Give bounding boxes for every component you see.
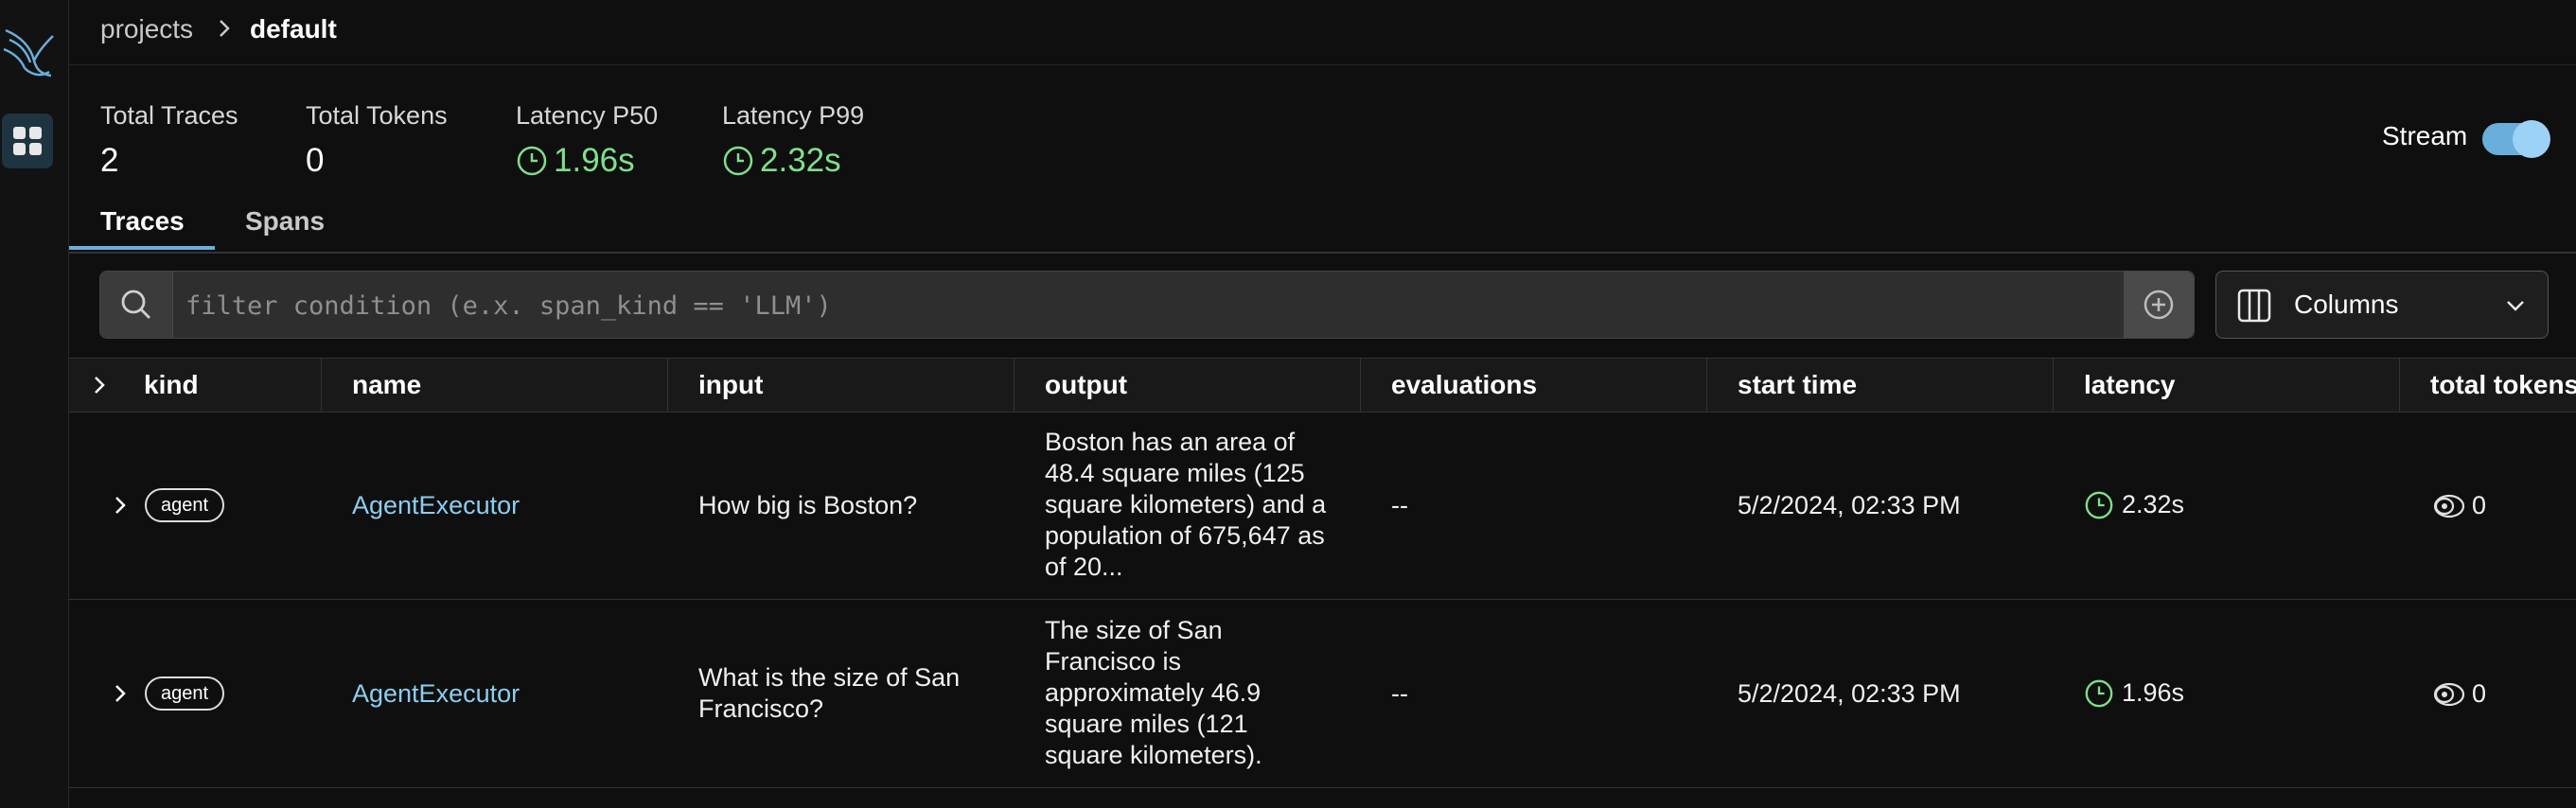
tokens-value: 0: [2472, 491, 2487, 519]
breadcrumb-projects-link[interactable]: projects: [100, 13, 193, 45]
columns-icon: [2237, 289, 2271, 323]
column-header-total-tokens[interactable]: total tokens: [2400, 359, 2576, 412]
chevron-right-icon: [220, 20, 230, 37]
trace-evaluations: --: [1391, 491, 1408, 519]
add-filter-button[interactable]: [2124, 272, 2194, 338]
main-content: projects default Total Traces 2 Total To…: [69, 0, 2576, 808]
columns-button[interactable]: Columns: [2215, 271, 2549, 339]
trace-name-link[interactable]: AgentExecutor: [352, 490, 520, 521]
tab-spans[interactable]: Spans: [245, 206, 325, 237]
trace-input: What is the size of San Francisco?: [698, 663, 961, 723]
breadcrumb-current: default: [250, 14, 337, 44]
column-header-kind[interactable]: kind: [69, 359, 322, 412]
trace-output: Boston has an area of 48.4 square miles …: [1045, 428, 1327, 581]
expand-row-icon[interactable]: [109, 494, 132, 517]
latency-value: 1.96s: [2122, 678, 2185, 707]
tokens-icon: [2433, 494, 2465, 518]
phoenix-logo-icon[interactable]: [2, 21, 55, 79]
column-header-output[interactable]: output: [1015, 359, 1361, 412]
clock-icon: [517, 146, 547, 176]
column-header-start-time[interactable]: start time: [1707, 359, 2054, 412]
table-row[interactable]: agent AgentExecutor What is the size of …: [69, 600, 2576, 788]
column-header-evaluations[interactable]: evaluations: [1361, 359, 1707, 412]
nav-projects-button[interactable]: [2, 114, 53, 168]
trace-output: The size of San Francisco is approximate…: [1045, 616, 1262, 769]
tokens-icon: [2433, 682, 2465, 706]
tab-traces[interactable]: Traces: [100, 206, 185, 237]
table-row[interactable]: agent AgentExecutor How big is Boston? B…: [69, 412, 2576, 600]
span-kind-badge: agent: [145, 676, 224, 711]
trace-total-tokens: 0: [2430, 678, 2486, 710]
filter-bar: [99, 271, 2195, 339]
column-header-label: kind: [144, 370, 199, 399]
chevron-right-icon[interactable]: [88, 374, 111, 396]
stat-label: Total Traces: [100, 101, 238, 130]
column-header-input[interactable]: input: [668, 359, 1015, 412]
stat-label: Latency P99: [722, 101, 865, 130]
grid-icon: [13, 127, 42, 155]
table-header: kind name input output evaluations start…: [69, 358, 2576, 413]
filter-search-box: [100, 272, 173, 338]
stat-label: Latency P50: [516, 101, 659, 130]
search-icon: [121, 290, 150, 319]
stat-total-traces: Total Traces 2: [100, 100, 238, 180]
stream-toggle[interactable]: [2482, 120, 2550, 158]
stat-value: 2.32s: [760, 142, 841, 179]
span-kind-badge: agent: [145, 488, 224, 522]
stat-latency-p99: Latency P99 2.32s: [722, 100, 864, 180]
trace-start-time: 5/2/2024, 02:33 PM: [1738, 491, 1961, 519]
trace-input: How big is Boston?: [698, 491, 918, 519]
clock-icon: [2085, 491, 2113, 518]
clock-icon: [723, 146, 753, 176]
filter-input[interactable]: [184, 285, 2080, 326]
stat-value: 0: [306, 142, 325, 179]
trace-latency: 2.32s: [2084, 489, 2184, 520]
trace-name-link[interactable]: AgentExecutor: [352, 678, 520, 710]
column-header-latency[interactable]: latency: [2054, 359, 2400, 412]
stat-latency-p50: Latency P50 1.96s: [516, 100, 658, 180]
clock-icon: [2085, 679, 2113, 707]
trace-start-time: 5/2/2024, 02:33 PM: [1738, 679, 1961, 708]
stat-value: 2: [100, 142, 119, 179]
stream-label: Stream: [2382, 121, 2468, 150]
columns-label: Columns: [2294, 290, 2399, 319]
plus-circle-icon: [2144, 290, 2174, 320]
chevron-down-icon: [2507, 301, 2524, 311]
trace-total-tokens: 0: [2430, 490, 2486, 521]
stat-label: Total Tokens: [306, 101, 448, 130]
active-tab-indicator: [69, 246, 215, 250]
tab-bar: Traces Spans: [69, 197, 2576, 254]
breadcrumb: projects default: [69, 0, 2576, 65]
stat-value: 1.96s: [554, 142, 635, 179]
column-header-name[interactable]: name: [322, 359, 668, 412]
stat-total-tokens: Total Tokens 0: [306, 100, 448, 180]
stat-value-wrap: 1.96s: [516, 142, 658, 180]
expand-row-icon[interactable]: [109, 682, 132, 705]
trace-evaluations: --: [1391, 679, 1408, 708]
trace-latency: 1.96s: [2084, 677, 2184, 709]
latency-value: 2.32s: [2122, 490, 2185, 518]
toggle-knob: [2513, 120, 2550, 158]
sidebar: [0, 0, 69, 808]
tokens-value: 0: [2472, 679, 2487, 708]
stat-value-wrap: 2.32s: [722, 142, 864, 180]
